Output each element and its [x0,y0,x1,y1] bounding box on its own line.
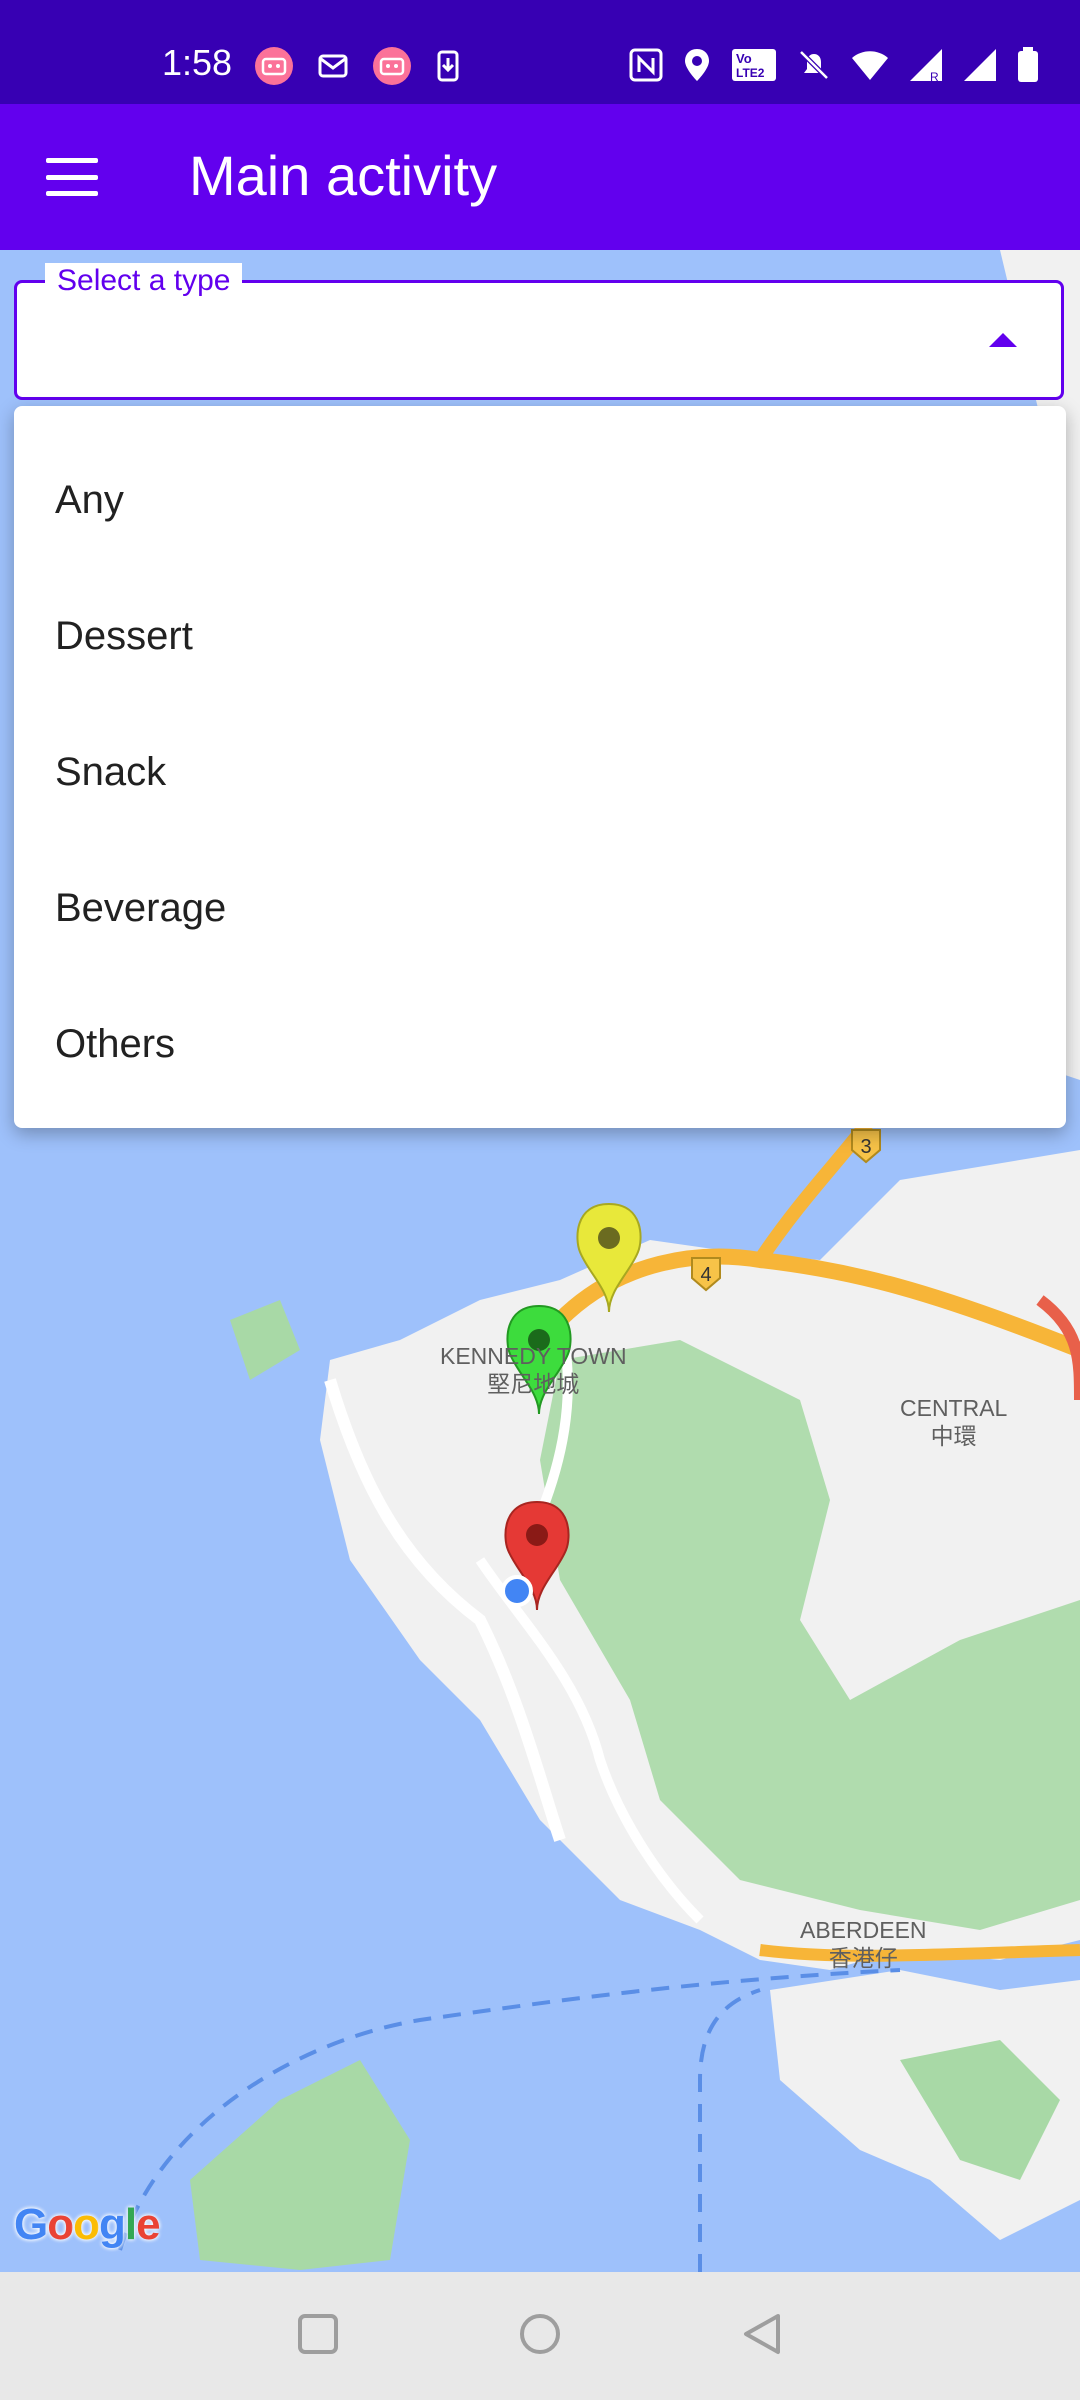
type-select[interactable]: Select a type [14,263,1064,400]
location-icon [685,49,709,81]
dropdown-item-beverage[interactable]: Beverage [14,840,1066,976]
my-location-dot [501,1575,533,1607]
download-icon [437,50,459,82]
recents-button[interactable] [296,2312,340,2356]
menu-icon-line [46,191,98,196]
svg-text:3: 3 [860,1136,871,1158]
page-title: Main activity [189,144,498,207]
menu-icon-line [46,174,98,180]
type-dropdown-menu: Any Dessert Snack Beverage Others [14,406,1066,1128]
svg-text:4: 4 [700,1264,711,1286]
map-label-central: CENTRAL 中環 [900,1395,1008,1449]
nfc-icon [629,48,663,82]
dropdown-item-dessert[interactable]: Dessert [14,568,1066,704]
battery-icon [1018,47,1038,82]
svg-text:LTE2: LTE2 [736,66,765,80]
app-bar: Main activity [0,104,1080,250]
google-logo: Google [14,2200,161,2249]
bilibili-icon [373,47,411,85]
type-select-label: Select a type [45,263,243,299]
status-bar: 1:58 Vo LTE2 R [0,0,1080,104]
dropdown-item-snack[interactable]: Snack [14,704,1066,840]
wifi-icon [852,51,888,80]
dropdown-item-others[interactable]: Others [14,976,1066,1112]
home-button[interactable] [518,2312,562,2356]
back-button[interactable] [740,2312,784,2356]
map-label-aberdeen: ABERDEEN 香港仔 [800,1917,927,1971]
menu-icon [46,158,98,163]
mail-icon [318,54,348,78]
bilibili-icon [255,47,293,85]
signal-icon [964,49,996,81]
chevron-up-icon [989,333,1017,347]
map-label-kennedy-town: KENNEDY TOWN 堅尼地城 [440,1343,627,1397]
dropdown-item-any[interactable]: Any [14,432,1066,568]
navigation-bar [0,2272,1080,2400]
svg-text:Vo: Vo [736,51,752,66]
status-time: 1:58 [162,42,233,83]
notification-icons [254,46,462,86]
signal-roaming-icon: R [910,49,942,83]
svg-text:R: R [930,70,939,83]
mute-icon [799,50,829,80]
system-icons: Vo LTE2 R [628,46,1040,84]
menu-button[interactable] [40,150,104,204]
volte-icon: VoLTE2 [732,49,776,81]
